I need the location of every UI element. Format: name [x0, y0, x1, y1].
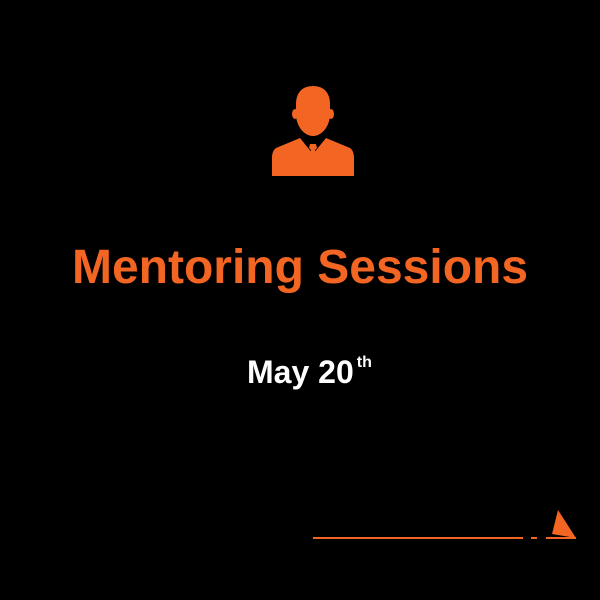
event-title: Mentoring Sessions	[71, 241, 529, 294]
event-date: May 20th	[247, 352, 372, 392]
footer-dash	[531, 537, 537, 539]
mentoring-sessions-card: Mentoring Sessions May 20th	[0, 0, 600, 600]
footer-divider	[313, 537, 523, 539]
arrow-mark-icon	[546, 510, 576, 539]
date-suffix: th	[356, 354, 372, 371]
date-main: May 20	[247, 354, 354, 390]
businessman-icon	[272, 86, 354, 176]
